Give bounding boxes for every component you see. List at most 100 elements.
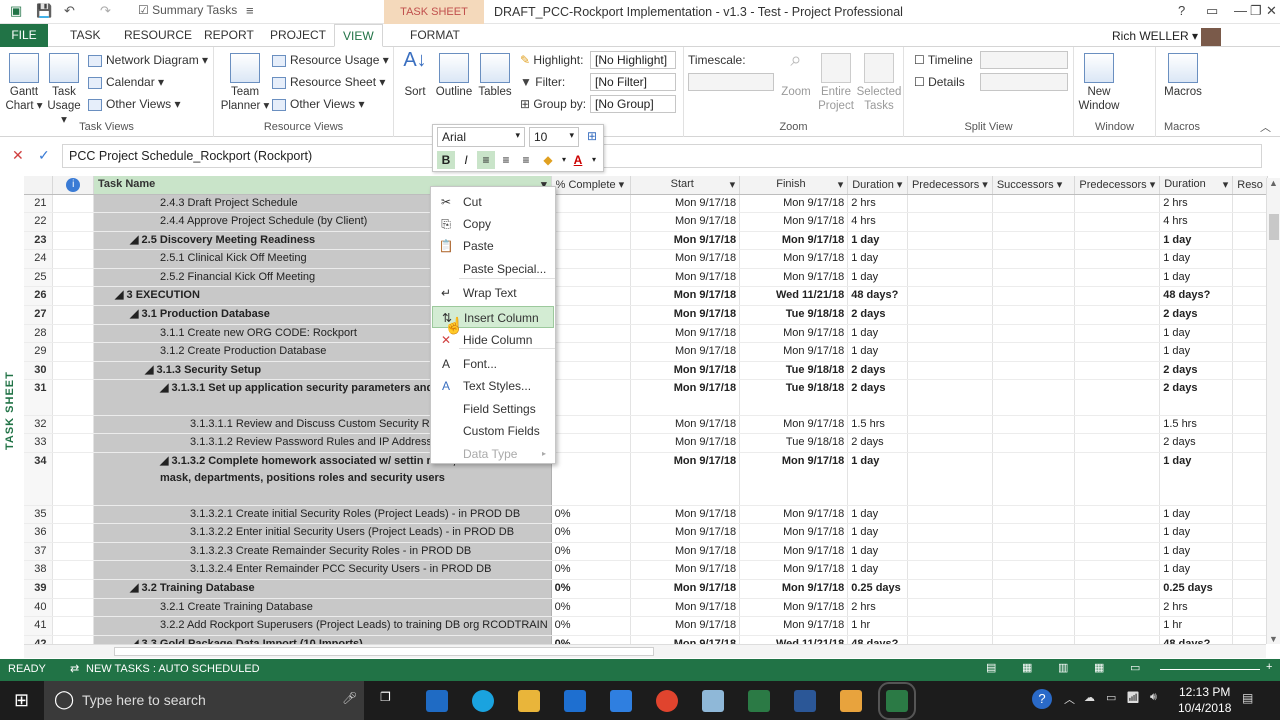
finish-cell[interactable]: Mon 9/17/18 xyxy=(739,324,849,344)
font-color-dropdown-icon[interactable]: ▾ xyxy=(585,151,603,169)
maximize-icon[interactable]: ❐ xyxy=(1250,3,1262,19)
tab-resource[interactable]: RESOURCE xyxy=(116,24,200,47)
task-mode-status[interactable]: NEW TASKS : AUTO SCHEDULED xyxy=(86,663,260,675)
restore-ribbon-icon[interactable]: ▭ xyxy=(1206,3,1218,19)
resource-cell[interactable] xyxy=(1232,452,1268,506)
finish-cell[interactable]: Wed 11/21/18 xyxy=(739,635,849,644)
start-cell[interactable]: Mon 9/17/18 xyxy=(630,579,741,599)
row-id[interactable]: 32 xyxy=(24,415,54,435)
outlook-icon[interactable] xyxy=(426,690,448,712)
menu-item-copy[interactable]: ⎘ Copy xyxy=(432,213,554,235)
row-id[interactable]: 41 xyxy=(24,616,54,636)
resource-cell[interactable] xyxy=(1232,635,1268,644)
tables-button[interactable]: Tables xyxy=(476,53,514,99)
zoom-button[interactable]: ⌕ Zoom xyxy=(778,50,814,99)
duration-cell[interactable]: 2 days xyxy=(847,361,908,381)
predecessors-cell[interactable] xyxy=(907,305,993,325)
duration2-cell[interactable]: 2 days xyxy=(1159,361,1234,381)
duration-cell[interactable]: 1 day xyxy=(847,523,908,543)
duration-cell[interactable]: 1 day xyxy=(847,342,908,362)
row-id[interactable]: 22 xyxy=(24,212,54,232)
resource-cell[interactable] xyxy=(1232,212,1268,232)
duration-cell[interactable]: 0.25 days xyxy=(847,579,908,599)
duration-cell[interactable]: 1 day xyxy=(847,505,908,525)
duration-cell[interactable]: 1 day xyxy=(847,542,908,562)
team-planner-button[interactable]: Team Planner ▾ xyxy=(220,53,270,113)
duration2-cell[interactable]: 0.25 days xyxy=(1159,579,1234,599)
indicator-cell[interactable] xyxy=(52,286,95,307)
successors-cell[interactable] xyxy=(992,268,1076,288)
duration-cell[interactable]: 48 days? xyxy=(847,635,908,644)
start-cell[interactable]: Mon 9/17/18 xyxy=(630,268,741,288)
successors-cell[interactable] xyxy=(992,433,1076,453)
start-cell[interactable]: Mon 9/17/18 xyxy=(630,560,741,580)
finish-filter-icon[interactable]: ▾ xyxy=(838,178,844,191)
successors-cell[interactable] xyxy=(992,579,1076,599)
successors-cell[interactable] xyxy=(992,616,1076,636)
start-cell[interactable]: Mon 9/17/18 xyxy=(630,249,741,269)
successors-cell[interactable] xyxy=(992,324,1076,344)
predecessors-cell[interactable] xyxy=(907,635,993,644)
task-name-cell[interactable]: ◢ 3.3 Gold Package Data Import (10 Impor… xyxy=(93,635,552,644)
pct-complete-cell[interactable] xyxy=(551,231,631,251)
start-cell[interactable]: Mon 9/17/18 xyxy=(630,379,741,416)
predecessors-header[interactable]: Predecessors ▾ xyxy=(907,176,993,195)
edge-icon[interactable] xyxy=(564,690,586,712)
table-row[interactable]: 35 3.1.3.2.1 Create initial Security Role… xyxy=(24,505,1268,525)
duration-cell[interactable]: 48 days? xyxy=(847,286,908,307)
details-dropdown[interactable] xyxy=(980,73,1068,91)
indicator-cell[interactable] xyxy=(52,249,95,269)
start-cell[interactable]: Mon 9/17/18 xyxy=(630,452,741,506)
start-header[interactable]: Start ▾ xyxy=(630,176,741,195)
predecessors2-cell[interactable] xyxy=(1074,542,1161,562)
task-name-cell[interactable]: ◢ 3.2 Training Database xyxy=(93,579,552,599)
duration-cell[interactable]: 1 hr xyxy=(847,616,908,636)
resource-cell[interactable] xyxy=(1232,342,1268,362)
resource-cell[interactable] xyxy=(1232,324,1268,344)
successors-cell[interactable] xyxy=(992,286,1076,307)
predecessors-cell[interactable] xyxy=(907,560,993,580)
finish-cell[interactable]: Mon 9/17/18 xyxy=(739,268,849,288)
indicator-cell[interactable] xyxy=(52,212,95,232)
app-icon[interactable] xyxy=(840,690,862,712)
duration-cell[interactable]: 2 hrs xyxy=(847,194,908,214)
save-icon[interactable]: 💾 xyxy=(36,3,52,19)
finish-cell[interactable]: Mon 9/17/18 xyxy=(739,342,849,362)
start-cell[interactable]: Mon 9/17/18 xyxy=(630,616,741,636)
row-id[interactable]: 21 xyxy=(24,194,54,214)
duration2-cell[interactable]: 4 hrs xyxy=(1159,212,1234,232)
undo-icon[interactable]: ↶ xyxy=(64,3,75,19)
row-id[interactable]: 24 xyxy=(24,249,54,269)
predecessors-cell[interactable] xyxy=(907,523,993,543)
menu-item-paste-special[interactable]: Paste Special... xyxy=(432,258,554,280)
notifications-icon[interactable]: ▤ xyxy=(1242,691,1253,705)
duration-cell[interactable]: 1 day xyxy=(847,560,908,580)
resource-cell[interactable] xyxy=(1232,361,1268,381)
zoom-in-icon[interactable]: + xyxy=(1266,661,1272,673)
predecessors2-cell[interactable] xyxy=(1074,616,1161,636)
indicator-cell[interactable] xyxy=(52,231,95,251)
duration2-header[interactable]: Duration ▾ xyxy=(1159,176,1234,195)
table-row[interactable]: 31 ◢ 3.1.3.1 Set up application security … xyxy=(24,379,1268,416)
predecessors-cell[interactable] xyxy=(907,231,993,251)
new-window-button[interactable]: New Window xyxy=(1076,53,1122,113)
resource-cell[interactable] xyxy=(1232,523,1268,543)
predecessors-cell[interactable] xyxy=(907,379,993,416)
tab-file[interactable]: FILE xyxy=(0,24,48,47)
cancel-entry-icon[interactable]: ✕ xyxy=(12,147,24,164)
duration2-cell[interactable]: 1 day xyxy=(1159,542,1234,562)
predecessors2-cell[interactable] xyxy=(1074,305,1161,325)
successors-cell[interactable] xyxy=(992,361,1076,381)
predecessors-cell[interactable] xyxy=(907,505,993,525)
indicator-cell[interactable] xyxy=(52,616,95,636)
resource-cell[interactable] xyxy=(1232,305,1268,325)
duration2-cell[interactable]: 1 day xyxy=(1159,523,1234,543)
menu-item-field-settings[interactable]: Field Settings xyxy=(432,398,554,420)
resource-sheet-shortcut-icon[interactable]: ▦ xyxy=(1094,661,1104,674)
predecessors2-cell[interactable] xyxy=(1074,194,1161,214)
indicator-cell[interactable] xyxy=(52,523,95,543)
finish-cell[interactable]: Mon 9/17/18 xyxy=(739,560,849,580)
selected-tasks-button[interactable]: Selected Tasks xyxy=(856,53,902,113)
successors-header[interactable]: Successors ▾ xyxy=(992,176,1076,195)
resource-cell[interactable] xyxy=(1232,249,1268,269)
